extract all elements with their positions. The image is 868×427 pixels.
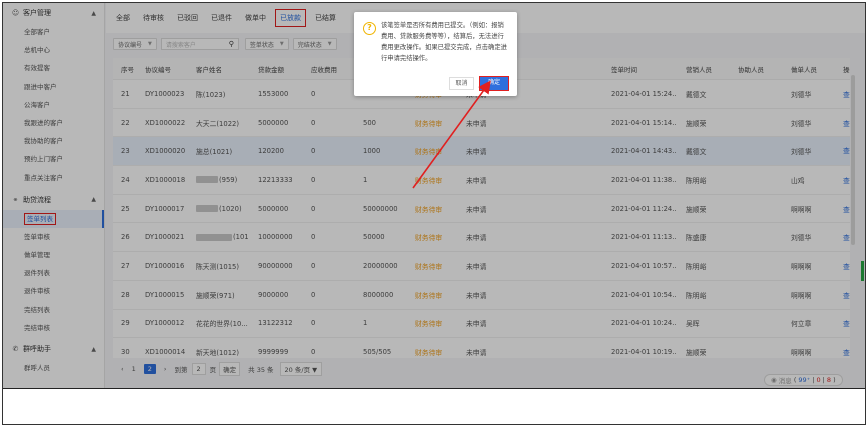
- dialog-message: 该笔签单是否所有费用已提交。（例如：报销费用、贷款服务费等等），结算后，无法进行…: [381, 22, 507, 62]
- cancel-button[interactable]: 取消: [449, 77, 474, 90]
- confirm-dialog: ? 该笔签单是否所有费用已提交。（例如：报销费用、贷款服务费等等），结算后，无法…: [354, 12, 517, 96]
- blank-strip: [3, 388, 865, 424]
- screenshot-frame: ☺ 客户管理 ▲ 全部客户 总机中心 有效提客 跟进中客户 公海客户 我跟进的客户 我协助的…: [2, 2, 866, 425]
- app-screen: ☺ 客户管理 ▲ 全部客户 总机中心 有效提客 跟进中客户 公海客户 我跟进的客户 我协助的…: [3, 3, 865, 388]
- question-icon: ?: [363, 22, 376, 35]
- confirm-button[interactable]: 确定: [479, 76, 509, 91]
